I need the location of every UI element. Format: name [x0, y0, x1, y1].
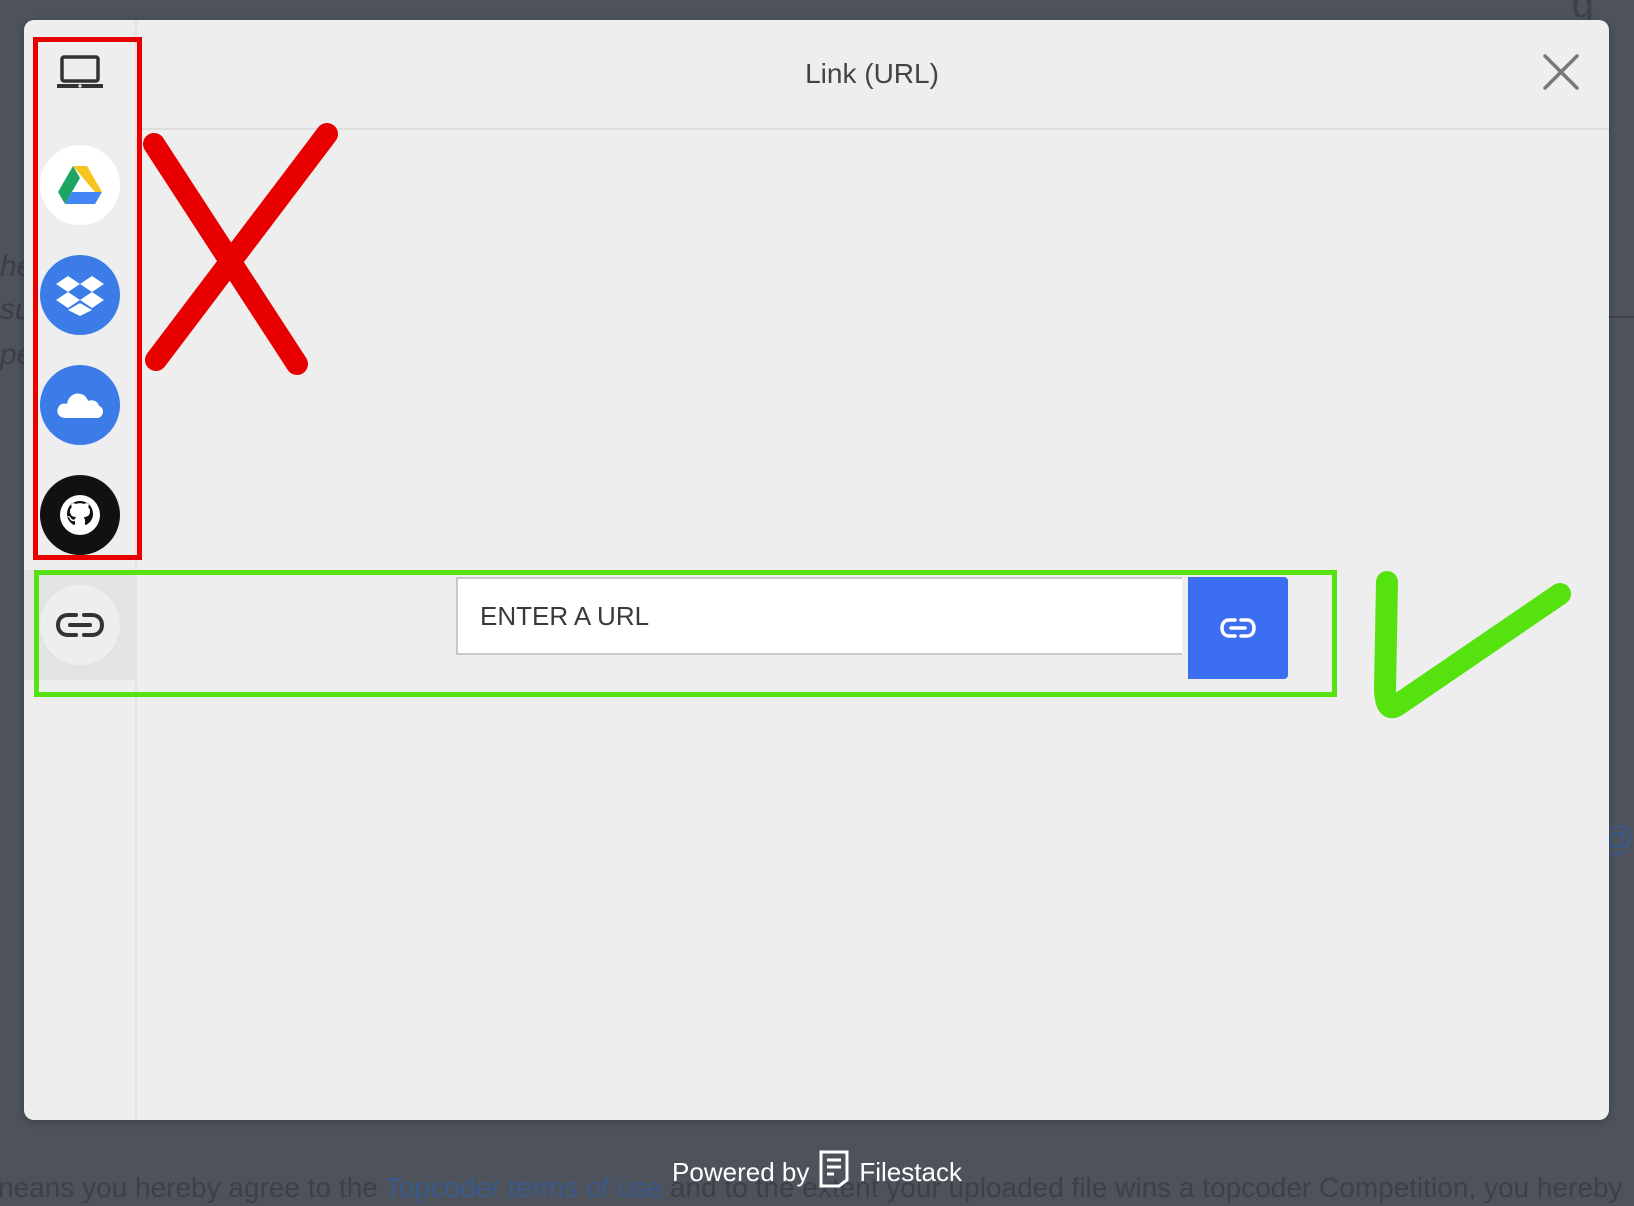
annotation-marks	[143, 123, 1571, 719]
powered-by-footer: Powered by Filestack	[0, 1150, 1634, 1195]
annotation-green-checkmark	[1374, 571, 1571, 719]
filestack-logo-icon	[819, 1150, 849, 1195]
annotation-red-x	[143, 123, 338, 375]
filestack-brand: Filestack	[859, 1157, 962, 1187]
powered-by-label: Powered by	[672, 1157, 810, 1187]
